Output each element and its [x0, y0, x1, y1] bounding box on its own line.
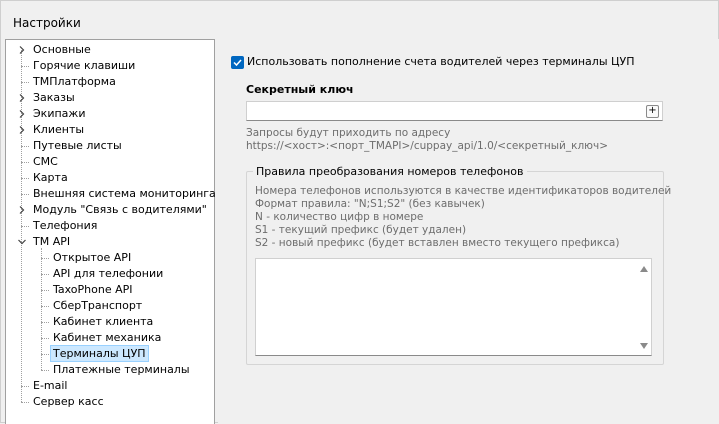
tree-item-label: Телефония: [33, 219, 98, 232]
tree-item-label: Заказы: [33, 91, 75, 104]
tree-connector: [21, 194, 29, 195]
rules-help-line: Номера телефонов используются в качестве…: [255, 185, 672, 197]
tree-item-label: Открытое API: [53, 251, 132, 264]
tree-connector: [41, 290, 49, 291]
tree-item-label: Внешняя система мониторинга: [33, 187, 216, 200]
tree-item-label: API для телефонии: [53, 267, 164, 280]
use-cup-terminals-label[interactable]: Использовать пополнение счета водителей …: [247, 55, 635, 68]
tree-item-label: Терминалы ЦУП: [50, 345, 149, 362]
chevron-down-icon[interactable]: [15, 234, 29, 250]
chevron-right-icon[interactable]: [15, 202, 29, 218]
chevron-right-icon[interactable]: [15, 42, 29, 58]
tree-item-label: СберТранспорт: [53, 299, 143, 312]
tree-item-label: E-mail: [33, 379, 68, 392]
tree-item-label: Кабинет клиента: [53, 315, 154, 328]
tree-connector: [41, 306, 49, 307]
chevron-right-icon[interactable]: [15, 122, 29, 138]
phone-rules-textarea[interactable]: [255, 258, 652, 356]
tree-connector: [41, 354, 49, 355]
tree-connector: [21, 82, 29, 83]
secret-key-input[interactable]: +: [246, 101, 663, 121]
rules-help-line: Формат правила: "N;S1;S2" (без кавычек): [255, 198, 485, 210]
scroll-down-icon[interactable]: [640, 343, 648, 349]
hint-line-1: Запросы будут приходить по адресу: [246, 127, 451, 139]
tree-item-label: Горячие клавиши: [33, 59, 136, 72]
tree-item-label: Модуль "Связь с водителями": [33, 203, 207, 216]
settings-tree[interactable]: Основные Горячие клавиши ТМПлатформа Заказы…: [5, 39, 216, 424]
scroll-up-icon[interactable]: [640, 266, 648, 272]
rules-help-line: S2 - новый префикс (будет вставлен вмест…: [255, 237, 620, 249]
tree-item-label: Кабинет механика: [53, 331, 162, 344]
chevron-right-icon[interactable]: [15, 90, 29, 106]
tree-connector: [41, 338, 49, 339]
tree-item-label: Путевые листы: [33, 139, 122, 152]
window-title: Настройки: [13, 16, 81, 30]
tree-connector: [21, 146, 29, 147]
checkmark-icon: [233, 59, 242, 67]
tree-connector: [21, 66, 29, 67]
tree-connector: [41, 258, 49, 259]
tree-connector: [21, 162, 29, 163]
tree-connector: [41, 322, 49, 323]
plus-icon[interactable]: +: [646, 105, 659, 118]
use-cup-terminals-checkbox[interactable]: [231, 56, 244, 69]
chevron-right-icon[interactable]: [15, 106, 29, 122]
tree-connector: [21, 226, 29, 227]
tree-item-label: Основные: [33, 43, 91, 56]
tree-connector: [21, 402, 29, 403]
phone-rules-group-title: Правила преобразования номеров телефонов: [253, 165, 527, 178]
tree-connector: [41, 274, 49, 275]
tree-item-label: Карта: [33, 171, 68, 184]
tree-connector: [21, 386, 29, 387]
rules-help-line: S1 - текущий префикс (будет удален): [255, 224, 467, 236]
tree-item-label: Клиенты: [33, 123, 85, 136]
tree-item-label: TM API: [33, 235, 71, 248]
tree-connector: [21, 178, 29, 179]
rules-help-line: N - количество цифр в номере: [255, 211, 424, 223]
tree-connector: [41, 248, 42, 370]
tree-item-label: Платежные терминалы: [53, 363, 190, 376]
tree-item-label: Сервер касс: [33, 395, 104, 408]
tree-connector: [41, 370, 49, 371]
hint-line-2: https://<хост>:<порт_TMAPI>/cuppay_api/1…: [246, 140, 609, 152]
tree-item-label: СМС: [33, 155, 58, 168]
tree-item-label: ТМПлатформа: [33, 75, 116, 88]
tree-item-label: Экипажи: [33, 107, 86, 120]
tree-item-label: TaxoPhone API: [53, 283, 133, 296]
secret-key-title: Секретный ключ: [246, 83, 354, 96]
